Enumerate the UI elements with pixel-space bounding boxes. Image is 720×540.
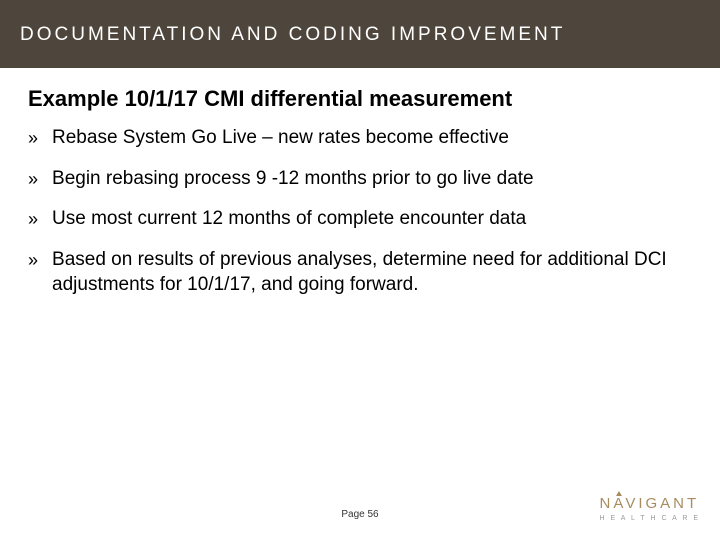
list-item: » Begin rebasing process 9 -12 months pr…	[28, 167, 692, 192]
brand-name-mid: A	[613, 495, 626, 512]
footer: Page 56 NAVIGANT H E A L T H C A R E	[0, 486, 720, 526]
bullet-list: » Rebase System Go Live – new rates beco…	[28, 126, 692, 297]
bullet-text: Use most current 12 months of complete e…	[52, 207, 692, 232]
bullet-icon: »	[28, 208, 38, 231]
bullet-icon: »	[28, 168, 38, 191]
content-area: Example 10/1/17 CMI differential measure…	[0, 68, 720, 540]
brand-name-pre: N	[599, 495, 613, 512]
compass-icon: A	[613, 495, 625, 512]
brand-name-post: VIGANT	[625, 495, 699, 512]
bullet-icon: »	[28, 127, 38, 150]
slide: DOCUMENTATION AND CODING IMPROVEMENT Exa…	[0, 0, 720, 540]
bullet-text: Begin rebasing process 9 -12 months prio…	[52, 167, 692, 192]
bullet-text: Based on results of previous analyses, d…	[52, 248, 692, 297]
brand-logo: NAVIGANT	[599, 495, 700, 512]
bullet-icon: »	[28, 249, 38, 272]
page-number: Page 56	[341, 509, 378, 520]
list-item: » Use most current 12 months of complete…	[28, 207, 692, 232]
slide-title: DOCUMENTATION AND CODING IMPROVEMENT	[20, 24, 565, 45]
list-item: » Based on results of previous analyses,…	[28, 248, 692, 297]
title-bar: DOCUMENTATION AND CODING IMPROVEMENT	[0, 0, 720, 68]
bullet-text: Rebase System Go Live – new rates become…	[52, 126, 692, 151]
brand-block: NAVIGANT H E A L T H C A R E	[599, 495, 700, 522]
brand-subtext: H E A L T H C A R E	[599, 515, 700, 522]
list-item: » Rebase System Go Live – new rates beco…	[28, 126, 692, 151]
section-heading: Example 10/1/17 CMI differential measure…	[28, 86, 692, 112]
